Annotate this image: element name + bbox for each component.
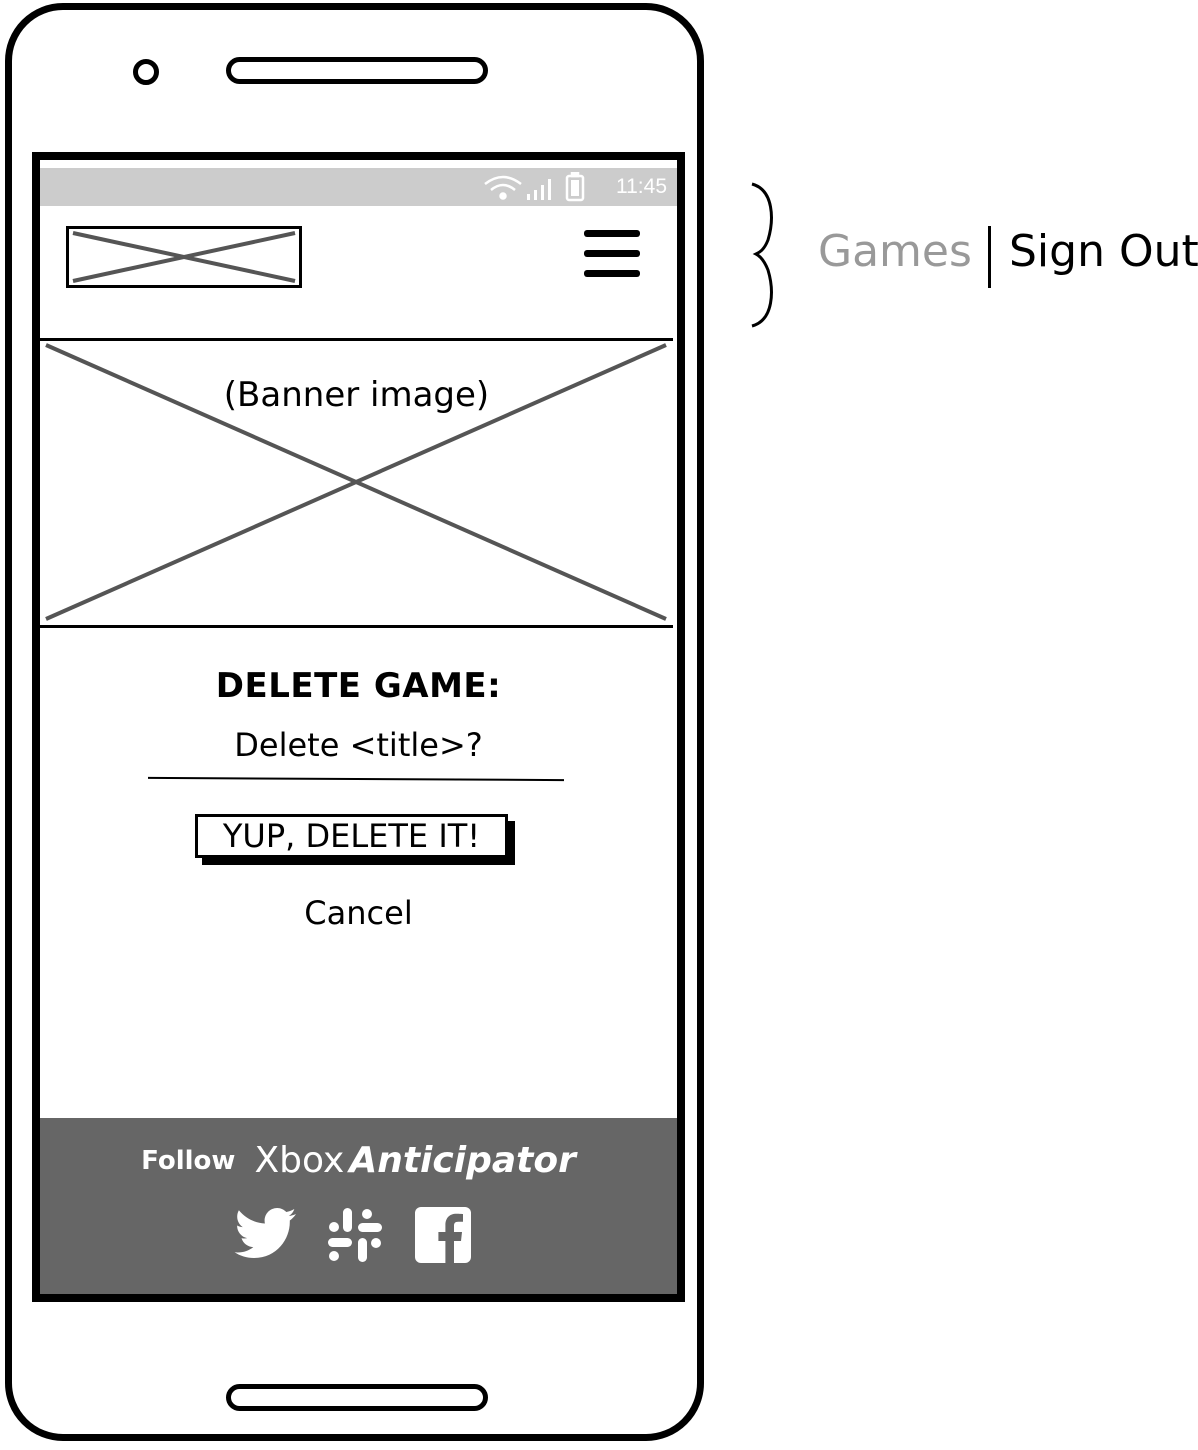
follow-label: Follow xyxy=(141,1145,236,1176)
divider xyxy=(147,776,565,782)
nav-sign-out-link[interactable]: Sign Out xyxy=(1009,226,1198,277)
status-time: 11:45 xyxy=(616,175,667,198)
status-bar: 11:45 xyxy=(40,168,677,206)
nav-games-link[interactable]: Games xyxy=(818,226,972,277)
facebook-icon[interactable] xyxy=(414,1206,472,1264)
slack-icon[interactable] xyxy=(326,1206,384,1264)
wifi-icon xyxy=(484,175,522,200)
battery-icon xyxy=(565,172,585,202)
phone-screen: 11:45 (Banner image) DELETE GAME: Delete… xyxy=(32,152,685,1302)
confirm-delete-wrapper: YUP, DELETE IT! xyxy=(195,814,515,865)
speaker-top xyxy=(226,57,488,84)
brand-second: Anticipator xyxy=(349,1140,576,1181)
image-placeholder-icon xyxy=(72,231,296,283)
logo-placeholder[interactable] xyxy=(66,226,302,288)
camera-icon xyxy=(133,59,159,85)
hamburger-menu-icon[interactable] xyxy=(584,230,642,282)
status-icons xyxy=(484,172,585,202)
brace-icon xyxy=(751,182,773,328)
delete-heading: DELETE GAME: xyxy=(215,666,502,706)
banner-label: (Banner image) xyxy=(223,375,490,415)
cancel-link[interactable]: Cancel xyxy=(40,894,677,932)
banner-image-placeholder: (Banner image) xyxy=(40,338,673,628)
confirm-delete-button[interactable]: YUP, DELETE IT! xyxy=(195,814,508,858)
speaker-bottom xyxy=(226,1384,488,1411)
nav-separator xyxy=(988,226,991,288)
twitter-icon[interactable] xyxy=(234,1206,298,1262)
follow-line: Follow Xbox Anticipator xyxy=(40,1140,677,1181)
delete-question: Delete <title>? xyxy=(234,726,483,764)
signal-icon xyxy=(527,179,551,200)
brand-first: Xbox xyxy=(254,1140,345,1181)
footer: Follow Xbox Anticipator xyxy=(40,1118,677,1294)
